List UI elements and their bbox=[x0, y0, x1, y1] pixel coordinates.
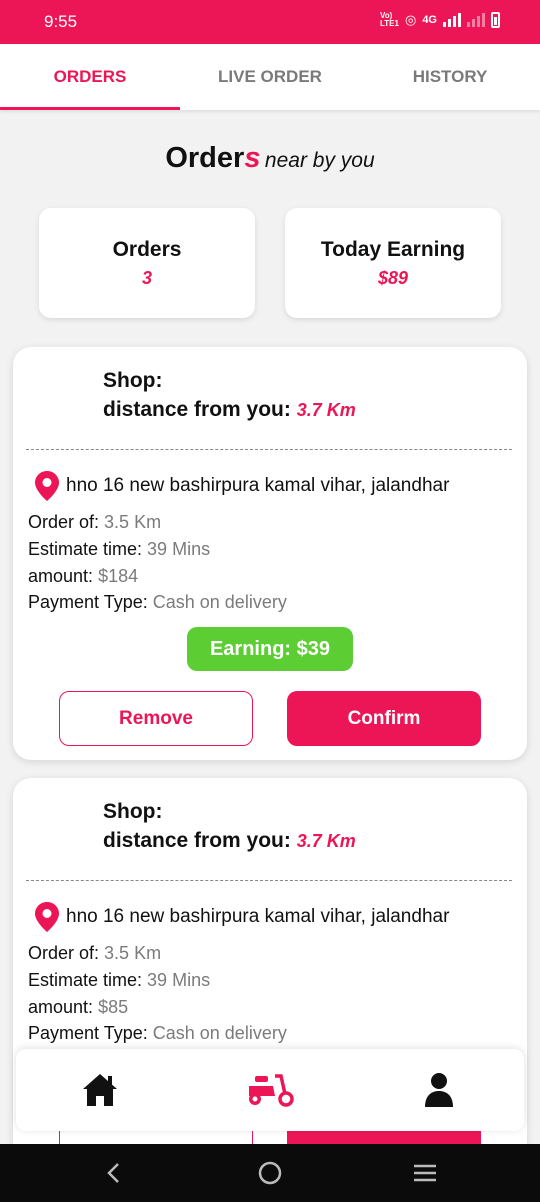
tab-live-order[interactable]: LIVE ORDER bbox=[180, 44, 360, 110]
nav-profile[interactable] bbox=[414, 1067, 464, 1113]
status-icons: Vo) LTE1 ◎ 4G bbox=[380, 12, 500, 28]
amount-row: amount: $85 bbox=[28, 997, 129, 1017]
bottom-navigation bbox=[16, 1049, 524, 1131]
confirm-button[interactable]: Confirm bbox=[287, 691, 481, 746]
payment-type-value: Cash on delivery bbox=[152, 1023, 287, 1043]
payment-type-value: Cash on delivery bbox=[152, 592, 287, 612]
distance-value: 3.7 Km bbox=[296, 831, 356, 851]
title-main: Orders bbox=[165, 142, 261, 174]
payment-type-row: Payment Type: Cash on delivery bbox=[28, 592, 287, 612]
back-icon bbox=[107, 1163, 119, 1183]
title-accent: s bbox=[244, 142, 261, 174]
system-back-button[interactable] bbox=[99, 1158, 129, 1188]
title-sub: near by you bbox=[264, 149, 375, 172]
order-of-row: Order of: 3.5 Km bbox=[28, 512, 162, 532]
distance-value: 3.7 Km bbox=[296, 400, 356, 420]
signal-icon bbox=[443, 13, 461, 27]
address-text: hno 16 new bashirpura kamal vihar, jalan… bbox=[66, 475, 450, 496]
volte-icon: Vo) LTE1 bbox=[380, 11, 399, 28]
estimate-time-row: Estimate time: 39 Mins bbox=[28, 970, 211, 990]
battery-icon bbox=[491, 12, 500, 28]
order-of-value: 3.5 Km bbox=[104, 512, 162, 532]
tab-orders[interactable]: ORDERS bbox=[0, 44, 180, 110]
order-of-row: Order of: 3.5 Km bbox=[28, 943, 162, 963]
user-icon bbox=[425, 1073, 453, 1107]
order-card: Shop: distance from you: 3.7 Km hno 16 n… bbox=[13, 347, 527, 760]
today-earning-label: Today Earning bbox=[320, 238, 466, 261]
home-circle-icon bbox=[258, 1161, 282, 1185]
payment-type-row: Payment Type: Cash on delivery bbox=[28, 1023, 287, 1043]
distance-row: distance from you: 3.7 Km bbox=[103, 829, 356, 852]
network-type: 4G bbox=[422, 14, 437, 26]
address-text: hno 16 new bashirpura kamal vihar, jalan… bbox=[66, 906, 450, 927]
estimate-time-value: 39 Mins bbox=[147, 539, 211, 559]
remove-button[interactable]: Remove bbox=[59, 691, 253, 746]
signal-secondary-icon bbox=[467, 13, 485, 27]
top-tab-bar: ORDERS LIVE ORDER HISTORY bbox=[0, 44, 540, 110]
amount-value: $85 bbox=[98, 997, 129, 1017]
nav-home[interactable] bbox=[75, 1067, 125, 1113]
orders-count-label: Orders bbox=[112, 238, 182, 261]
page-title: Orders near by you bbox=[0, 142, 540, 175]
distance-row: distance from you: 3.7 Km bbox=[103, 398, 356, 421]
system-navigation-bar bbox=[0, 1144, 540, 1202]
system-recents-button[interactable] bbox=[410, 1158, 440, 1188]
orders-count-card: Orders 3 bbox=[39, 208, 255, 318]
amount-row: amount: $184 bbox=[28, 566, 139, 586]
location-pin-icon bbox=[35, 902, 59, 932]
amount-value: $184 bbox=[98, 566, 139, 586]
shop-label: Shop: bbox=[103, 800, 163, 823]
home-icon bbox=[83, 1074, 117, 1106]
location-pin-icon bbox=[35, 471, 59, 501]
hotspot-icon: ◎ bbox=[404, 12, 417, 27]
today-earning-value: $89 bbox=[377, 268, 409, 288]
shop-label: Shop: bbox=[103, 369, 163, 392]
system-home-button[interactable] bbox=[255, 1158, 285, 1188]
orders-count-value: 3 bbox=[141, 268, 152, 288]
divider bbox=[26, 449, 512, 450]
tab-history[interactable]: HISTORY bbox=[360, 44, 540, 110]
status-time: 9:55 bbox=[44, 12, 78, 31]
today-earning-card: Today Earning $89 bbox=[285, 208, 501, 318]
divider bbox=[26, 880, 512, 881]
order-card: Shop: distance from you: 3.7 Km hno 16 n… bbox=[13, 778, 527, 1198]
status-bar: 9:55 Vo) LTE1 ◎ 4G bbox=[0, 0, 540, 44]
nav-delivery[interactable] bbox=[245, 1067, 295, 1113]
earning-badge: Earning: $39 bbox=[187, 627, 353, 671]
scooter-icon bbox=[249, 1074, 294, 1107]
menu-icon bbox=[414, 1164, 436, 1182]
estimate-time-value: 39 Mins bbox=[147, 970, 211, 990]
estimate-time-row: Estimate time: 39 Mins bbox=[28, 539, 211, 559]
order-of-value: 3.5 Km bbox=[104, 943, 162, 963]
